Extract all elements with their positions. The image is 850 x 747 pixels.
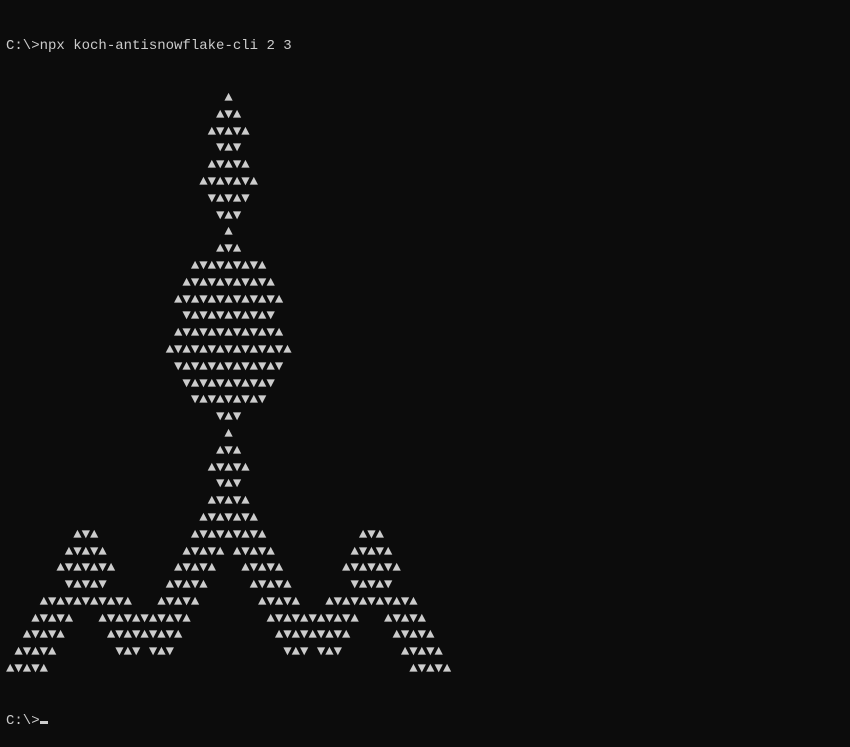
prompt-prefix: C:\>: [6, 713, 40, 729]
command-text: npx koch-antisnowflake-cli 2 3: [40, 38, 292, 54]
command-line-2[interactable]: C:\>: [6, 713, 844, 730]
prompt-prefix: C:\>: [6, 38, 40, 54]
terminal-window[interactable]: C:\>npx koch-antisnowflake-cli 2 3 ▲ ▲▼▲…: [6, 4, 844, 747]
command-line-1: C:\>npx koch-antisnowflake-cli 2 3: [6, 38, 844, 55]
cursor: [40, 721, 48, 724]
ascii-output: ▲ ▲▼▲ ▲▼▲▼▲ ▼▲▼ ▲▼▲▼▲ ▲▼▲▼▲▼▲ ▼▲▼▲▼: [6, 90, 844, 678]
